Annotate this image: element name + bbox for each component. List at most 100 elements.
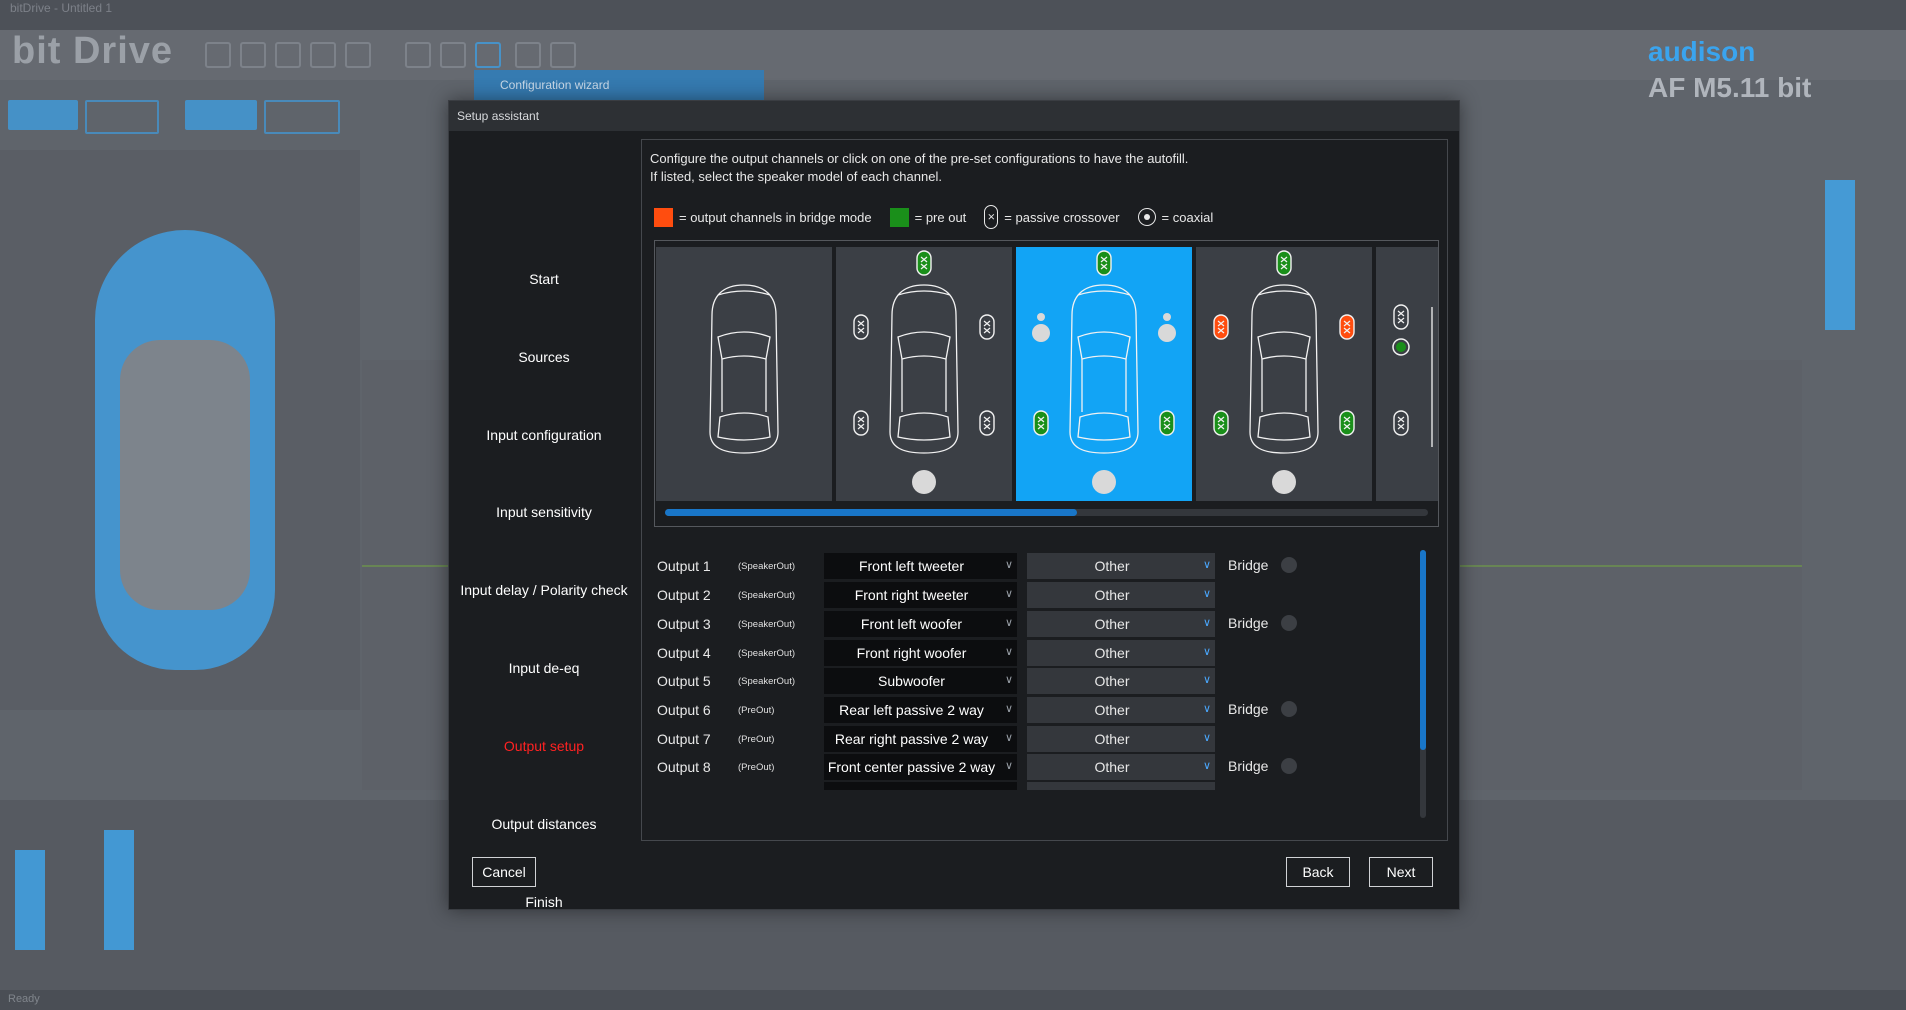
bridge-label: Bridge <box>1228 701 1269 717</box>
crossover-mark <box>983 416 991 430</box>
chevron-down-icon: ∨ <box>1004 559 1013 571</box>
passive-crossover-icon <box>1033 410 1049 436</box>
speaker-select[interactable]: Front left tweeter ∨ <box>824 553 1017 579</box>
app-status-text: Ready <box>8 993 40 1005</box>
speaker-model-value: Other <box>1094 558 1130 574</box>
output-type: (SpeakerOut) <box>738 619 796 630</box>
output-row: Output 6 (PreOut) Rear left passive 2 way ∨… <box>650 696 1420 724</box>
speaker-select-value: Front right tweeter <box>854 587 969 603</box>
speaker-model-value: Other <box>1094 616 1130 632</box>
speaker-select[interactable]: Front left woofer ∨ <box>824 611 1017 637</box>
back-button[interactable]: Back <box>1286 857 1350 887</box>
open-file-icon <box>240 42 266 68</box>
step-output-distances[interactable]: Output distances <box>449 816 639 832</box>
car-body <box>1249 284 1319 454</box>
step-input-de-eq[interactable]: Input de-eq <box>449 660 639 676</box>
output-setup-panel: Configure the output channels or click o… <box>641 139 1448 841</box>
car-windshield <box>897 331 951 360</box>
crossover-shape <box>1339 314 1355 340</box>
speaker-model-select[interactable]: Other ∨ <box>1027 754 1215 780</box>
crossover-shape <box>853 410 869 436</box>
speaker-select[interactable]: Front right woofer ∨ <box>824 640 1017 666</box>
car-windshield <box>1077 331 1131 360</box>
crossover-shape <box>1393 410 1409 436</box>
speaker-model-value: Other <box>1094 759 1130 775</box>
bridge-toggle[interactable] <box>1281 758 1297 774</box>
crossover-shape <box>916 250 932 276</box>
cancel-button[interactable]: Cancel <box>472 857 536 887</box>
car-side <box>1261 359 1307 412</box>
step-output-setup[interactable]: Output setup <box>449 738 639 754</box>
chevron-down-icon: ∨ <box>1202 703 1211 715</box>
coaxial-center <box>1396 342 1406 352</box>
speaker-model-select[interactable]: Other ∨ <box>1027 668 1215 694</box>
wizard-icon <box>475 42 501 68</box>
speaker-select[interactable]: Rear left passive 2 way ∨ <box>824 697 1017 723</box>
preset-card-passive-front-rear[interactable] <box>836 247 1012 501</box>
step-finish[interactable]: Finish <box>449 894 639 910</box>
chevron-down-icon: ∨ <box>1202 760 1211 772</box>
speaker-select[interactable]: Front center passive 2 way ∨ <box>824 754 1017 780</box>
dialog-title: Setup assistant <box>457 109 540 123</box>
coaxial-icon <box>1137 208 1156 226</box>
passive-crossover-icon <box>979 410 995 436</box>
passive-crossover-icon: ⨯ <box>984 205 999 229</box>
preset-card-bridge-preout[interactable] <box>1196 247 1372 501</box>
bg-car-interior <box>120 340 250 610</box>
step-start[interactable]: Start <box>449 271 639 287</box>
bridge-toggle[interactable] <box>1281 615 1297 631</box>
bridge-toggle[interactable] <box>1281 557 1297 573</box>
speaker-model-select[interactable]: Other ∨ <box>1027 697 1215 723</box>
chevron-down-icon: ∨ <box>1004 732 1013 744</box>
bg-tab-button <box>264 100 340 134</box>
output-list-scrollbar[interactable] <box>1420 550 1426 818</box>
speaker-model-select[interactable]: Other ∨ <box>1027 640 1215 666</box>
speaker-select[interactable]: Front right tweeter ∨ <box>824 582 1017 608</box>
subwoofer-icon <box>1092 470 1116 494</box>
carousel-scrollbar[interactable] <box>665 509 1428 516</box>
speaker-model-select[interactable]: Other ∨ <box>1027 553 1215 579</box>
step-input-configuration[interactable]: Input configuration <box>449 427 639 443</box>
car-rear-window <box>897 412 951 441</box>
speaker-model-select[interactable]: Other ∨ <box>1027 726 1215 752</box>
preset-card-empty[interactable] <box>656 247 832 501</box>
crossover-shape <box>1393 304 1409 330</box>
output-name: Output 1 <box>657 558 711 574</box>
app-title: bitDrive - Untitled 1 <box>10 1 113 15</box>
step-input-delay-polarity[interactable]: Input delay / Polarity check <box>449 582 639 598</box>
speaker-model-select[interactable]: Other ∨ <box>1027 611 1215 637</box>
crossover-shape <box>1159 410 1175 436</box>
passive-crossover-icon <box>1339 410 1355 436</box>
download-icon <box>345 42 371 68</box>
speaker-select[interactable] <box>824 782 1017 790</box>
chevron-down-icon: ∨ <box>1202 732 1211 744</box>
output-name: Output 2 <box>657 587 711 603</box>
legend-preout-label: = pre out <box>914 209 967 225</box>
preset-card-partial[interactable] <box>1376 247 1438 501</box>
instructions-line-1: Configure the output channels or click o… <box>650 151 1189 166</box>
car-rear-window <box>1077 412 1131 441</box>
speaker-select[interactable]: Subwoofer ∨ <box>824 668 1017 694</box>
step-input-sensitivity[interactable]: Input sensitivity <box>449 504 639 520</box>
speaker-model-select[interactable] <box>1027 782 1215 790</box>
speaker-model-value: Other <box>1094 731 1130 747</box>
output-name: Output 4 <box>657 645 711 661</box>
speaker-model-select[interactable]: Other ∨ <box>1027 582 1215 608</box>
passive-crossover-icon <box>979 314 995 340</box>
settings-icon <box>405 42 431 68</box>
setup-assistant-dialog: Setup assistant Start Sources Input conf… <box>448 100 1460 910</box>
bridge-toggle[interactable] <box>1281 701 1297 717</box>
car-body <box>1069 284 1139 454</box>
output-type: (SpeakerOut) <box>738 590 796 601</box>
passive-crossover-icon <box>1393 304 1409 330</box>
subwoofer-icon <box>912 470 936 494</box>
output-list-scroll-thumb[interactable] <box>1420 550 1426 750</box>
preset-card-selected[interactable] <box>1016 247 1192 501</box>
carousel-scroll-thumb[interactable] <box>665 509 1077 516</box>
app-logo: bit Drive <box>12 30 174 72</box>
speaker-select[interactable]: Rear right passive 2 way ∨ <box>824 726 1017 752</box>
legend-passive-label: = passive crossover <box>1004 209 1120 225</box>
chevron-down-icon: ∨ <box>1004 674 1013 686</box>
next-button[interactable]: Next <box>1369 857 1433 887</box>
step-sources[interactable]: Sources <box>449 349 639 365</box>
